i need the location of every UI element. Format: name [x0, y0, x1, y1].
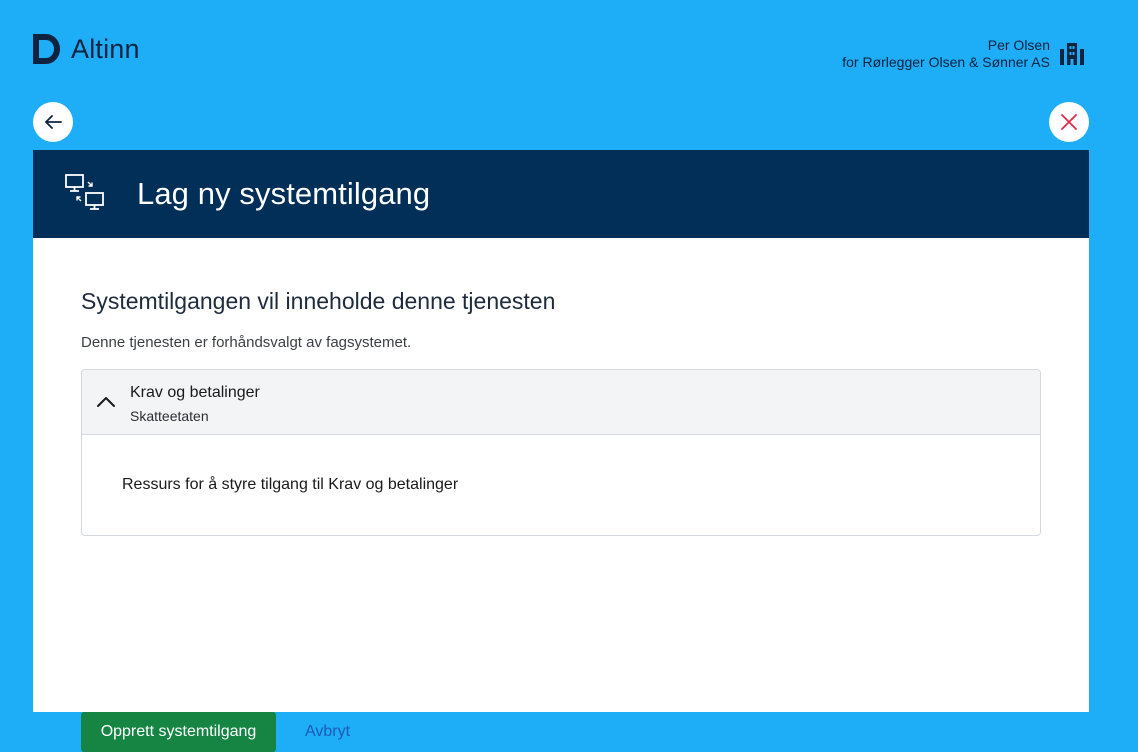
arrow-left-icon — [45, 115, 62, 129]
accordion-header[interactable]: Krav og betalinger Skatteetaten — [82, 370, 1040, 435]
panel-header: Lag ny systemtilgang — [33, 150, 1089, 238]
building-icon — [1060, 43, 1084, 65]
main-panel: Lag ny systemtilgang Systemtilgangen vil… — [33, 150, 1089, 752]
system-access-icon — [65, 174, 104, 210]
account-menu[interactable]: Per Olsen for Rørlegger Olsen & Sønner A… — [842, 37, 1086, 71]
user-name: Per Olsen — [987, 37, 1050, 53]
organization-name: for Rørlegger Olsen & Sønner AS — [842, 54, 1050, 70]
altinn-logo[interactable]: Altinn — [33, 34, 140, 64]
section-title: Systemtilgangen vil inneholde denne tjen… — [81, 288, 556, 314]
app-name: Altinn — [71, 34, 140, 64]
chevron-up-icon — [97, 397, 115, 407]
altinn-logo-icon — [33, 34, 60, 64]
close-icon — [1061, 114, 1077, 130]
service-owner: Skatteetaten — [130, 408, 209, 424]
service-description: Ressurs for å styre tilgang til Krav og … — [122, 476, 459, 493]
create-system-access-button[interactable]: Opprett systemtilgang — [81, 712, 276, 752]
page-title: Lag ny systemtilgang — [137, 176, 431, 211]
service-title: Krav og betalinger — [130, 384, 260, 401]
close-button[interactable] — [1049, 102, 1089, 142]
back-button[interactable] — [33, 102, 73, 142]
section-subtitle: Denne tjenesten er forhåndsvalgt av fags… — [81, 334, 412, 351]
account-info: Per Olsen for Rørlegger Olsen & Sønner A… — [842, 37, 1050, 71]
service-accordion: Krav og betalinger Skatteetaten Ressurs … — [81, 369, 1041, 536]
cancel-link[interactable]: Avbryt — [305, 723, 350, 741]
